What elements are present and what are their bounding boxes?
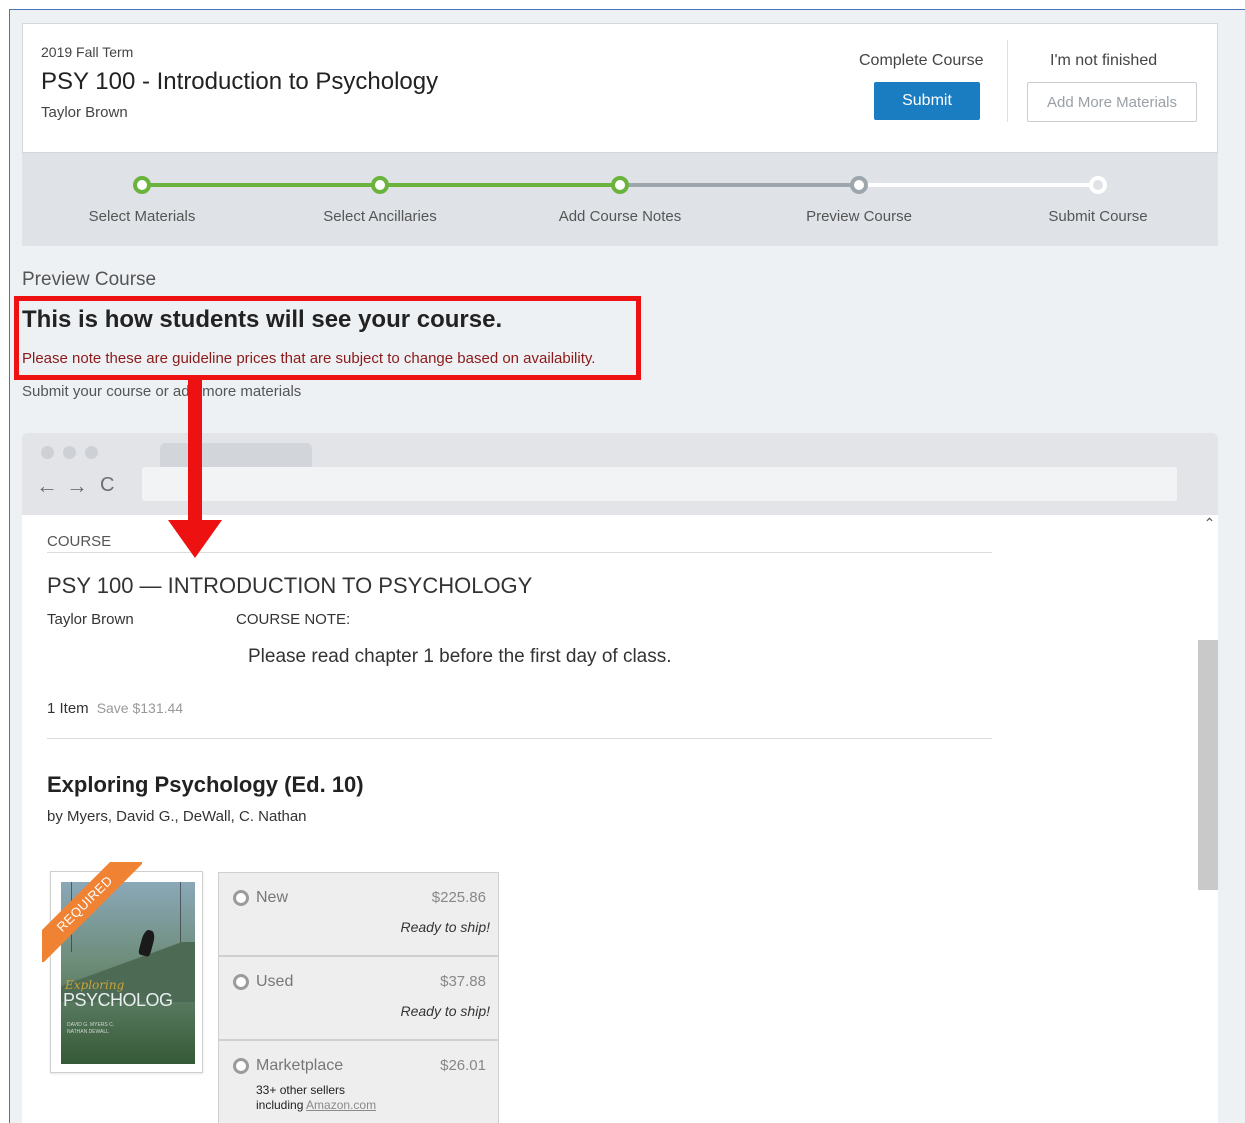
forward-arrow-icon: → bbox=[66, 473, 88, 498]
student-course-title: PSY 100 — INTRODUCTION TO PSYCHOLOGY bbox=[47, 573, 533, 598]
step-dot-select-ancillaries[interactable] bbox=[371, 176, 389, 194]
step-label-preview-course[interactable]: Preview Course bbox=[806, 208, 912, 225]
option-label: Used bbox=[256, 973, 294, 990]
option-price: $225.86 bbox=[431, 889, 486, 906]
course-note-text: Please read chapter 1 before the first d… bbox=[248, 646, 672, 667]
required-ribbon: REQUIRED bbox=[42, 862, 142, 962]
scrollbar-thumb[interactable] bbox=[1198, 640, 1218, 890]
progress-stepper: Select Materials Select Ancillaries Add … bbox=[22, 153, 1218, 246]
book-authors: by Myers, David G., DeWall, C. Nathan bbox=[47, 808, 307, 825]
step-dot-submit-course[interactable] bbox=[1089, 176, 1107, 194]
progress-track-pending bbox=[858, 183, 1098, 187]
course-header-card: 2019 Fall Term PSY 100 - Introduction to… bbox=[22, 23, 1218, 153]
term-label: 2019 Fall Term bbox=[41, 44, 134, 60]
address-bar bbox=[142, 467, 1177, 501]
cover-title: PSYCHOLOG bbox=[63, 990, 173, 1010]
scroll-up-icon[interactable]: ⌃ bbox=[1201, 515, 1218, 535]
submit-or-add-text: Submit your course or add more materials bbox=[22, 383, 302, 400]
course-section-label: COURSE bbox=[47, 533, 112, 550]
highlight-box bbox=[14, 296, 641, 380]
radio-button[interactable] bbox=[233, 890, 249, 906]
step-label-select-ancillaries[interactable]: Select Ancillaries bbox=[323, 208, 436, 225]
back-arrow-icon: ← bbox=[36, 473, 58, 498]
option-price: $37.88 bbox=[440, 973, 486, 990]
required-badge: REQUIRED bbox=[42, 862, 142, 962]
sellers-count: 33+ other sellers bbox=[256, 1083, 346, 1097]
cover-authors: DAVID G. MYERS C. NATHAN DEWALL bbox=[67, 1022, 115, 1035]
progress-track-current bbox=[620, 183, 858, 187]
option-availability: Ready to ship! bbox=[400, 919, 491, 935]
reload-icon: C bbox=[100, 474, 115, 496]
browser-tab bbox=[160, 443, 312, 469]
step-label-select-materials[interactable]: Select Materials bbox=[89, 208, 196, 225]
option-new[interactable]: New $225.86 Ready to ship! bbox=[218, 872, 499, 956]
option-availability: Ready to ship! bbox=[400, 1003, 491, 1019]
submit-button[interactable]: Submit bbox=[874, 82, 980, 120]
not-finished-label: I'm not finished bbox=[1050, 52, 1158, 69]
item-count: 1 Item bbox=[47, 700, 89, 717]
student-instructor-name: Taylor Brown bbox=[47, 611, 134, 628]
header-divider bbox=[1007, 40, 1008, 122]
radio-button[interactable] bbox=[233, 1058, 249, 1074]
divider bbox=[47, 738, 992, 739]
preview-heading: Preview Course bbox=[22, 269, 157, 290]
option-label: Marketplace bbox=[256, 1057, 344, 1074]
annotation-arrow-head bbox=[168, 520, 222, 558]
option-price: $26.01 bbox=[440, 1057, 486, 1074]
book-title[interactable]: Exploring Psychology (Ed. 10) bbox=[47, 772, 364, 798]
amazon-link[interactable]: Amazon.com bbox=[306, 1098, 376, 1112]
step-dot-select-materials[interactable] bbox=[133, 176, 151, 194]
course-title: PSY 100 - Introduction to Psychology bbox=[41, 68, 439, 95]
option-label: New bbox=[256, 889, 289, 906]
step-label-submit-course[interactable]: Submit Course bbox=[1048, 208, 1147, 225]
option-used[interactable]: Used $37.88 Ready to ship! bbox=[218, 956, 499, 1040]
step-dot-preview-course[interactable] bbox=[850, 176, 868, 194]
student-preview-pane: ⌃ COURSE PSY 100 — INTRODUCTION TO PSYCH… bbox=[22, 515, 1218, 1123]
item-count-row: 1 Item Save $131.44 bbox=[47, 700, 183, 717]
window-dot-icon bbox=[85, 446, 98, 459]
annotation-arrow bbox=[188, 380, 202, 522]
complete-course-label: Complete Course bbox=[859, 52, 984, 69]
option-marketplace[interactable]: Marketplace $26.01 33+ other sellers inc… bbox=[218, 1040, 499, 1123]
course-note-label: COURSE NOTE: bbox=[236, 611, 351, 628]
add-more-materials-button[interactable]: Add More Materials bbox=[1027, 82, 1197, 122]
instructor-name: Taylor Brown bbox=[41, 104, 128, 121]
step-label-add-course-notes[interactable]: Add Course Notes bbox=[559, 208, 682, 225]
window-dot-icon bbox=[63, 446, 76, 459]
marketplace-sellers: 33+ other sellers including Amazon.com bbox=[256, 1083, 376, 1113]
radio-button[interactable] bbox=[233, 974, 249, 990]
step-dot-add-course-notes[interactable] bbox=[611, 176, 629, 194]
savings-amount: Save $131.44 bbox=[96, 700, 184, 716]
sellers-including: including bbox=[256, 1098, 304, 1112]
window-dot-icon bbox=[41, 446, 54, 459]
